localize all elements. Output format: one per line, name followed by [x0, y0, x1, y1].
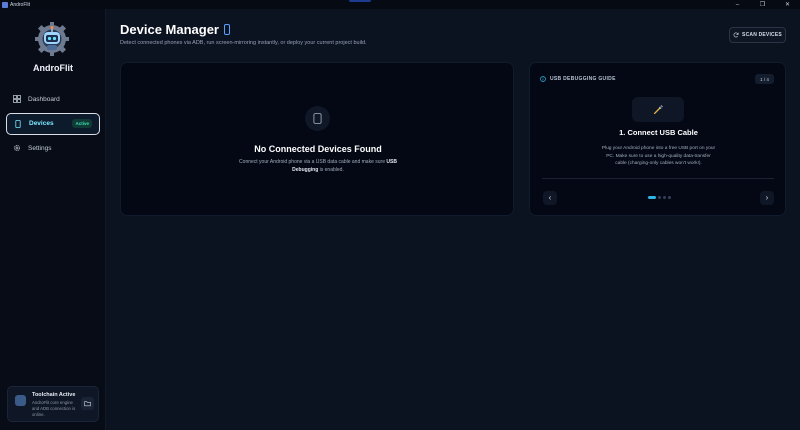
scan-devices-button[interactable]: SCAN DEVICES [729, 27, 786, 43]
sidebar-item-settings[interactable]: Settings [6, 137, 100, 159]
sidebar-nav: Dashboard Devices Active Settings [6, 88, 100, 162]
maximize-button[interactable]: ❐ [750, 0, 775, 9]
guide-step-desc: Plug your Android phone into a free USB … [601, 146, 716, 166]
sidebar-item-label: Settings [28, 144, 52, 152]
status-badge: Active [72, 119, 92, 128]
empty-state-title: No Connected Devices Found [254, 144, 382, 154]
toolchain-desc: AndroFlit core engine and ADB connection… [32, 400, 76, 417]
toolchain-title: Toolchain Active [32, 392, 76, 398]
scan-devices-label: SCAN DEVICES [742, 32, 782, 38]
sidebar-item-label: Devices [29, 120, 54, 127]
page-subtitle: Detect connected phones via ADB, run scr… [120, 40, 367, 46]
step-dot[interactable] [668, 196, 671, 199]
page-title: Device Manager [120, 22, 230, 37]
devices-panel: No Connected Devices Found Connect your … [120, 62, 514, 216]
info-icon [540, 76, 546, 82]
page-title-text: Device Manager [120, 22, 219, 37]
robot-logo-icon [33, 19, 71, 57]
sidebar: AndroFlit Dashboard Devices Active Setti… [0, 9, 106, 430]
previous-step-button[interactable]: ‹ [543, 191, 557, 205]
minimize-button[interactable]: – [725, 0, 750, 9]
guide-heading: USB DEBUGGING GUIDE [540, 76, 616, 82]
gear-icon [14, 145, 20, 151]
step-indicator [648, 196, 673, 199]
phone-icon [224, 24, 230, 35]
toolchain-status-card: Toolchain Active AndroFlit core engine a… [7, 386, 99, 422]
drag-handle[interactable] [349, 0, 371, 2]
guide-heading-text: USB DEBUGGING GUIDE [550, 76, 616, 82]
grid-icon [13, 95, 21, 103]
refresh-icon [733, 32, 739, 38]
sidebar-item-devices[interactable]: Devices Active [6, 112, 100, 135]
empty-state-desc: Connect your Android phone via a USB dat… [239, 159, 397, 173]
window-title: AndroFlit [10, 1, 31, 8]
step-dot[interactable] [658, 196, 661, 199]
window-controls: – ❐ ✕ [725, 0, 800, 9]
toolchain-avatar-icon [15, 395, 26, 406]
app-icon [2, 1, 8, 8]
sidebar-item-dashboard[interactable]: Dashboard [6, 88, 100, 110]
sidebar-item-label: Dashboard [28, 95, 60, 103]
title-bar: AndroFlit – ❐ ✕ [0, 0, 800, 9]
folder-button[interactable] [81, 397, 94, 410]
phone-icon [305, 106, 330, 131]
step-dot[interactable] [648, 196, 656, 199]
usb-cable-icon [632, 97, 684, 122]
brand-name: AndroFlit [33, 63, 73, 73]
close-button[interactable]: ✕ [775, 0, 800, 9]
step-dot[interactable] [663, 196, 666, 199]
folder-icon [84, 401, 91, 407]
next-step-button[interactable]: › [760, 191, 774, 205]
phone-icon [15, 119, 21, 128]
usb-debugging-guide: USB DEBUGGING GUIDE 1 / 4 1. Connect USB… [529, 62, 786, 216]
step-counter: 1 / 4 [755, 74, 774, 84]
guide-step-title: 1. Connect USB Cable [619, 128, 698, 137]
divider [542, 178, 774, 179]
